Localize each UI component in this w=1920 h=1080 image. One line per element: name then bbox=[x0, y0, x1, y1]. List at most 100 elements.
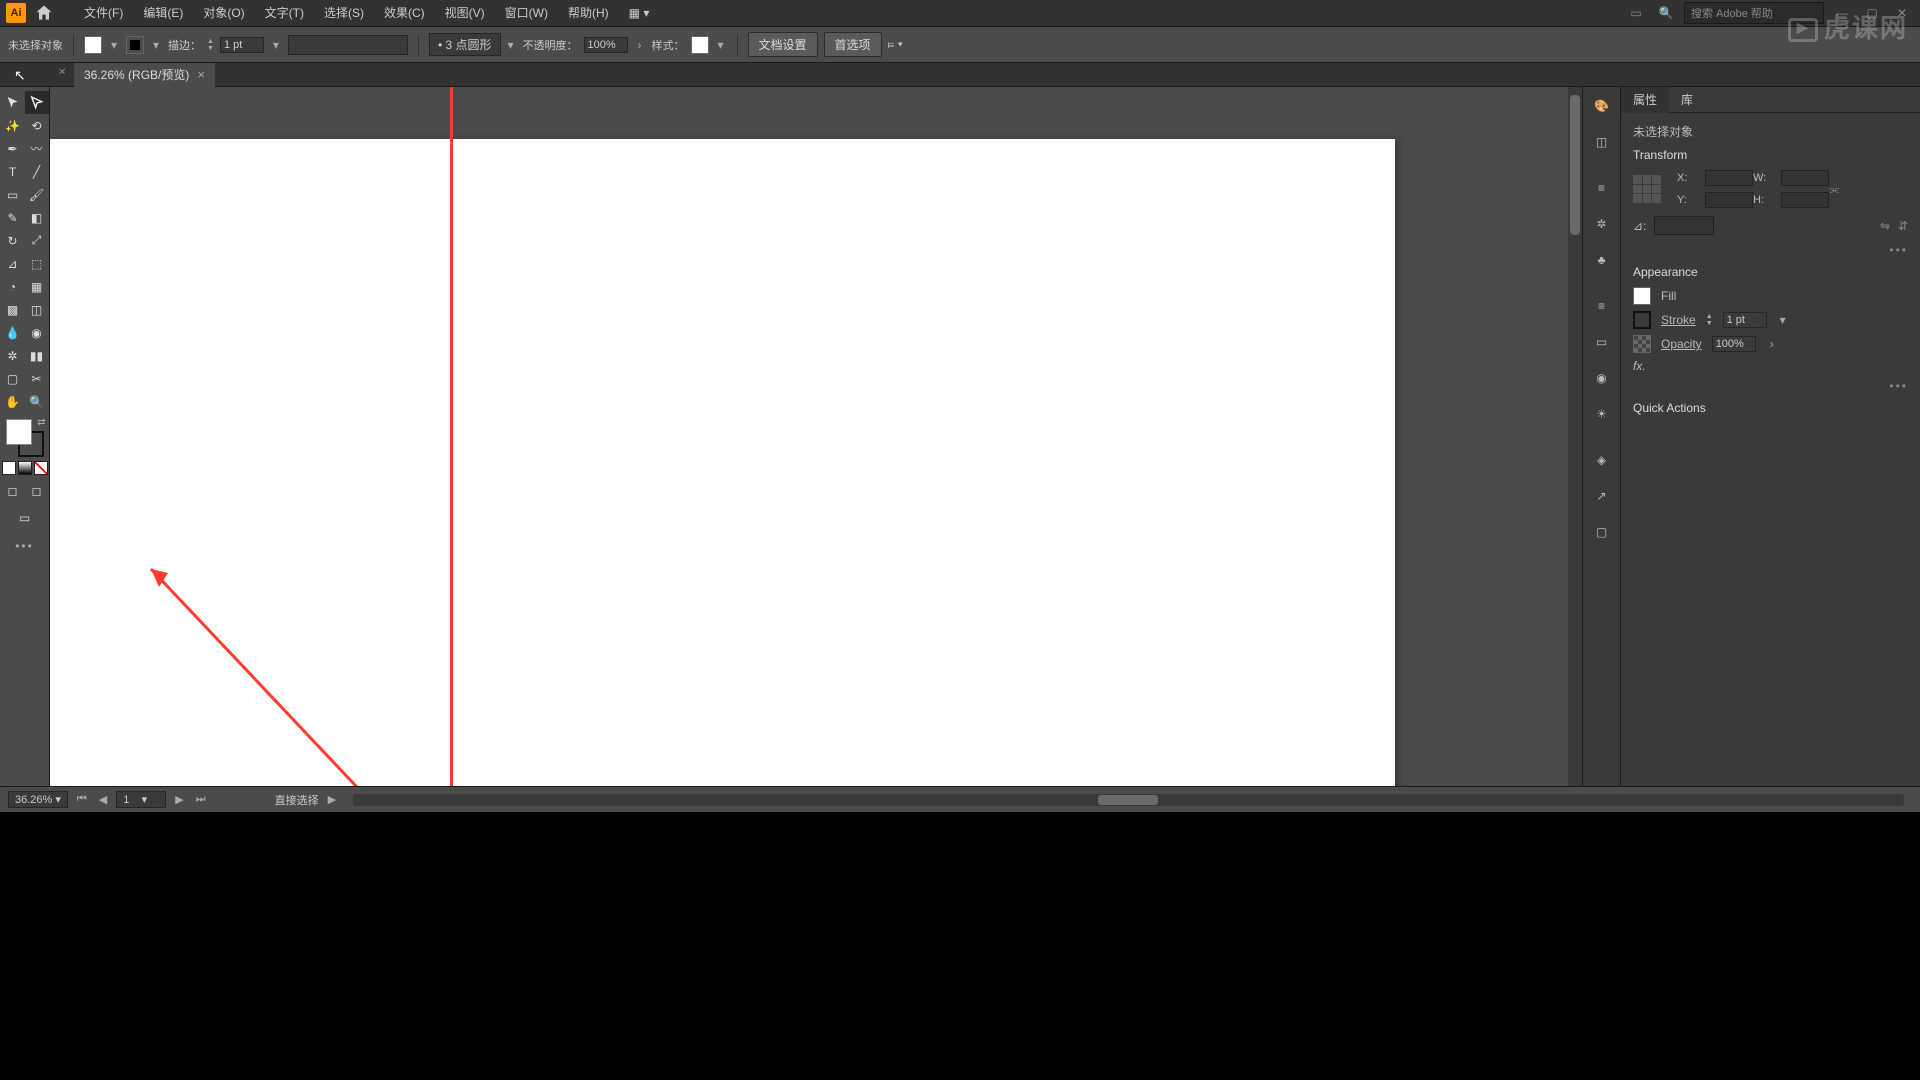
canvas-area[interactable]: 下面我们来认识一下AI的操作界面，点击AI界面的【新建】一个画板， 在界面上方是… bbox=[50, 87, 1582, 786]
appearance-opacity-dd-icon[interactable]: › bbox=[1766, 337, 1778, 351]
mesh-tool[interactable]: ▩ bbox=[1, 298, 25, 321]
minimize-icon[interactable]: — bbox=[1830, 4, 1854, 22]
document-tab[interactable]: 36.26% (RGB/预览) × bbox=[74, 63, 215, 87]
appearance-panel-icon[interactable]: ◉ bbox=[1591, 367, 1613, 389]
layers-panel-icon[interactable]: ◈ bbox=[1591, 449, 1613, 471]
paintbrush-tool[interactable]: 🖌 bbox=[25, 183, 49, 206]
menu-type[interactable]: 文字(T) bbox=[255, 0, 314, 27]
zoom-level[interactable]: 36.26% ▾ bbox=[8, 791, 68, 808]
menu-edit[interactable]: 编辑(E) bbox=[133, 0, 193, 27]
x-input[interactable] bbox=[1705, 170, 1753, 186]
tab-prev-close-icon[interactable]: ✕ bbox=[58, 67, 66, 78]
tab-libraries[interactable]: 库 bbox=[1669, 87, 1705, 113]
gradient-tool[interactable]: ◫ bbox=[25, 298, 49, 321]
vertical-scrollbar[interactable] bbox=[1568, 87, 1582, 786]
opacity-dd-icon[interactable]: › bbox=[634, 38, 646, 52]
column-graph-tool[interactable]: ▮▮ bbox=[25, 344, 49, 367]
blend-tool[interactable]: ◉ bbox=[25, 321, 49, 344]
screen-mode-icon[interactable]: ▭ bbox=[13, 506, 37, 529]
menu-view[interactable]: 视图(V) bbox=[435, 0, 495, 27]
maximize-icon[interactable]: ▢ bbox=[1860, 4, 1884, 22]
shape-builder-tool[interactable]: ◔ bbox=[1, 275, 25, 298]
color-panel-icon[interactable]: 🎨 bbox=[1591, 95, 1613, 117]
perspective-grid-tool[interactable]: ▦ bbox=[25, 275, 49, 298]
symbols-panel-icon[interactable]: ✲ bbox=[1591, 213, 1613, 235]
stroke-panel-icon[interactable]: ♣ bbox=[1591, 249, 1613, 271]
graphic-styles-panel-icon[interactable]: ☀ bbox=[1591, 403, 1613, 425]
style-swatch[interactable] bbox=[691, 36, 709, 54]
last-artboard-icon[interactable]: ⏭ bbox=[193, 793, 209, 806]
selection-tool[interactable] bbox=[1, 91, 25, 114]
arrange-docs-icon[interactable]: ▭ bbox=[1624, 4, 1648, 22]
prev-artboard-icon[interactable]: ◀ bbox=[96, 793, 110, 806]
first-artboard-icon[interactable]: ⏮ bbox=[74, 793, 90, 806]
preferences-button[interactable]: 首选项 bbox=[824, 32, 882, 57]
edit-toolbar-icon[interactable]: ••• bbox=[15, 539, 34, 553]
artboard[interactable]: 下面我们来认识一下AI的操作界面，点击AI界面的【新建】一个画板， 在界面上方是… bbox=[50, 139, 1395, 786]
brush-preview[interactable]: • 3 点圆形 bbox=[429, 33, 501, 56]
none-mode-icon[interactable] bbox=[34, 461, 48, 475]
appearance-opacity-swatch[interactable] bbox=[1633, 335, 1651, 353]
hand-tool[interactable]: ✋ bbox=[1, 390, 25, 413]
flip-h-icon[interactable]: ⇋ bbox=[1880, 219, 1890, 233]
document-tab-close-icon[interactable]: × bbox=[197, 67, 205, 82]
appearance-stroke-dd-icon[interactable]: ▾ bbox=[1777, 313, 1789, 327]
brush-dd-icon[interactable]: ▾ bbox=[505, 38, 517, 52]
scale-tool[interactable]: ⤢ bbox=[25, 229, 49, 252]
color-mode-icon[interactable] bbox=[2, 461, 16, 475]
menu-file[interactable]: 文件(F) bbox=[74, 0, 133, 27]
stroke-weight-input[interactable] bbox=[220, 37, 264, 53]
menu-effect[interactable]: 效果(C) bbox=[374, 0, 435, 27]
menu-object[interactable]: 对象(O) bbox=[193, 0, 254, 27]
h-input[interactable] bbox=[1781, 192, 1829, 208]
align-to-icon[interactable]: ⫢ ▾ bbox=[888, 37, 903, 52]
symbol-sprayer-tool[interactable]: ✲ bbox=[1, 344, 25, 367]
fill-stroke-swatches[interactable]: ⇄ bbox=[6, 419, 44, 457]
stroke-swatch[interactable] bbox=[126, 36, 144, 54]
lasso-tool[interactable]: ⟲ bbox=[25, 114, 49, 137]
variable-width-profile[interactable] bbox=[288, 35, 408, 55]
search-icon[interactable]: 🔍 bbox=[1654, 4, 1678, 22]
toolbar-fill-swatch[interactable] bbox=[6, 419, 32, 445]
brushes-panel-icon[interactable]: ≡ bbox=[1591, 177, 1613, 199]
tab-properties[interactable]: 属性 bbox=[1621, 87, 1669, 113]
menu-window[interactable]: 窗口(W) bbox=[495, 0, 558, 27]
direct-selection-tool[interactable] bbox=[25, 91, 49, 114]
home-icon[interactable] bbox=[34, 3, 54, 23]
artboard-nav-input[interactable]: 1 ▾ bbox=[116, 791, 166, 808]
appearance-stroke-swatch[interactable] bbox=[1633, 311, 1651, 329]
stroke-stepper[interactable]: ▲▼ bbox=[207, 38, 214, 52]
close-icon[interactable]: ✕ bbox=[1890, 4, 1914, 22]
menu-help[interactable]: 帮助(H) bbox=[558, 0, 619, 27]
next-artboard-icon[interactable]: ▶ bbox=[172, 793, 186, 806]
slice-tool[interactable]: ✂ bbox=[25, 367, 49, 390]
fill-swatch[interactable] bbox=[84, 36, 102, 54]
artboard-tool[interactable]: ▢ bbox=[1, 367, 25, 390]
transparency-panel-icon[interactable]: ▭ bbox=[1591, 331, 1613, 353]
fill-dropdown-icon[interactable]: ▾ bbox=[108, 38, 120, 52]
swatches-panel-icon[interactable]: ◫ bbox=[1591, 131, 1613, 153]
fx-button[interactable]: fx. bbox=[1633, 359, 1646, 373]
flip-v-icon[interactable]: ⇵ bbox=[1898, 219, 1908, 233]
stroke-weight-dd-icon[interactable]: ▾ bbox=[270, 38, 282, 52]
appearance-fill-swatch[interactable] bbox=[1633, 287, 1651, 305]
opacity-input[interactable] bbox=[584, 37, 628, 53]
eraser-tool[interactable]: ◧ bbox=[25, 206, 49, 229]
free-transform-tool[interactable]: ⬚ bbox=[25, 252, 49, 275]
angle-input[interactable] bbox=[1654, 216, 1714, 235]
transform-more-icon[interactable]: ••• bbox=[1633, 243, 1908, 257]
draw-normal-icon[interactable]: ◻ bbox=[1, 479, 25, 502]
width-tool[interactable]: ⊿ bbox=[1, 252, 25, 275]
type-tool[interactable]: T bbox=[1, 160, 25, 183]
horizontal-scrollbar[interactable] bbox=[353, 794, 1904, 806]
appearance-more-icon[interactable]: ••• bbox=[1633, 379, 1908, 393]
artboards-panel-icon[interactable]: ▢ bbox=[1591, 521, 1613, 543]
magic-wand-tool[interactable]: ✨ bbox=[1, 114, 25, 137]
eyedropper-tool[interactable]: 💧 bbox=[1, 321, 25, 344]
gradient-mode-icon[interactable] bbox=[18, 461, 32, 475]
rotate-tool[interactable]: ↻ bbox=[1, 229, 25, 252]
stroke-dropdown-icon[interactable]: ▾ bbox=[150, 38, 162, 52]
appearance-opacity-input[interactable] bbox=[1712, 336, 1756, 352]
status-play-icon[interactable]: ▶ bbox=[325, 793, 339, 806]
asset-export-panel-icon[interactable]: ↗ bbox=[1591, 485, 1613, 507]
